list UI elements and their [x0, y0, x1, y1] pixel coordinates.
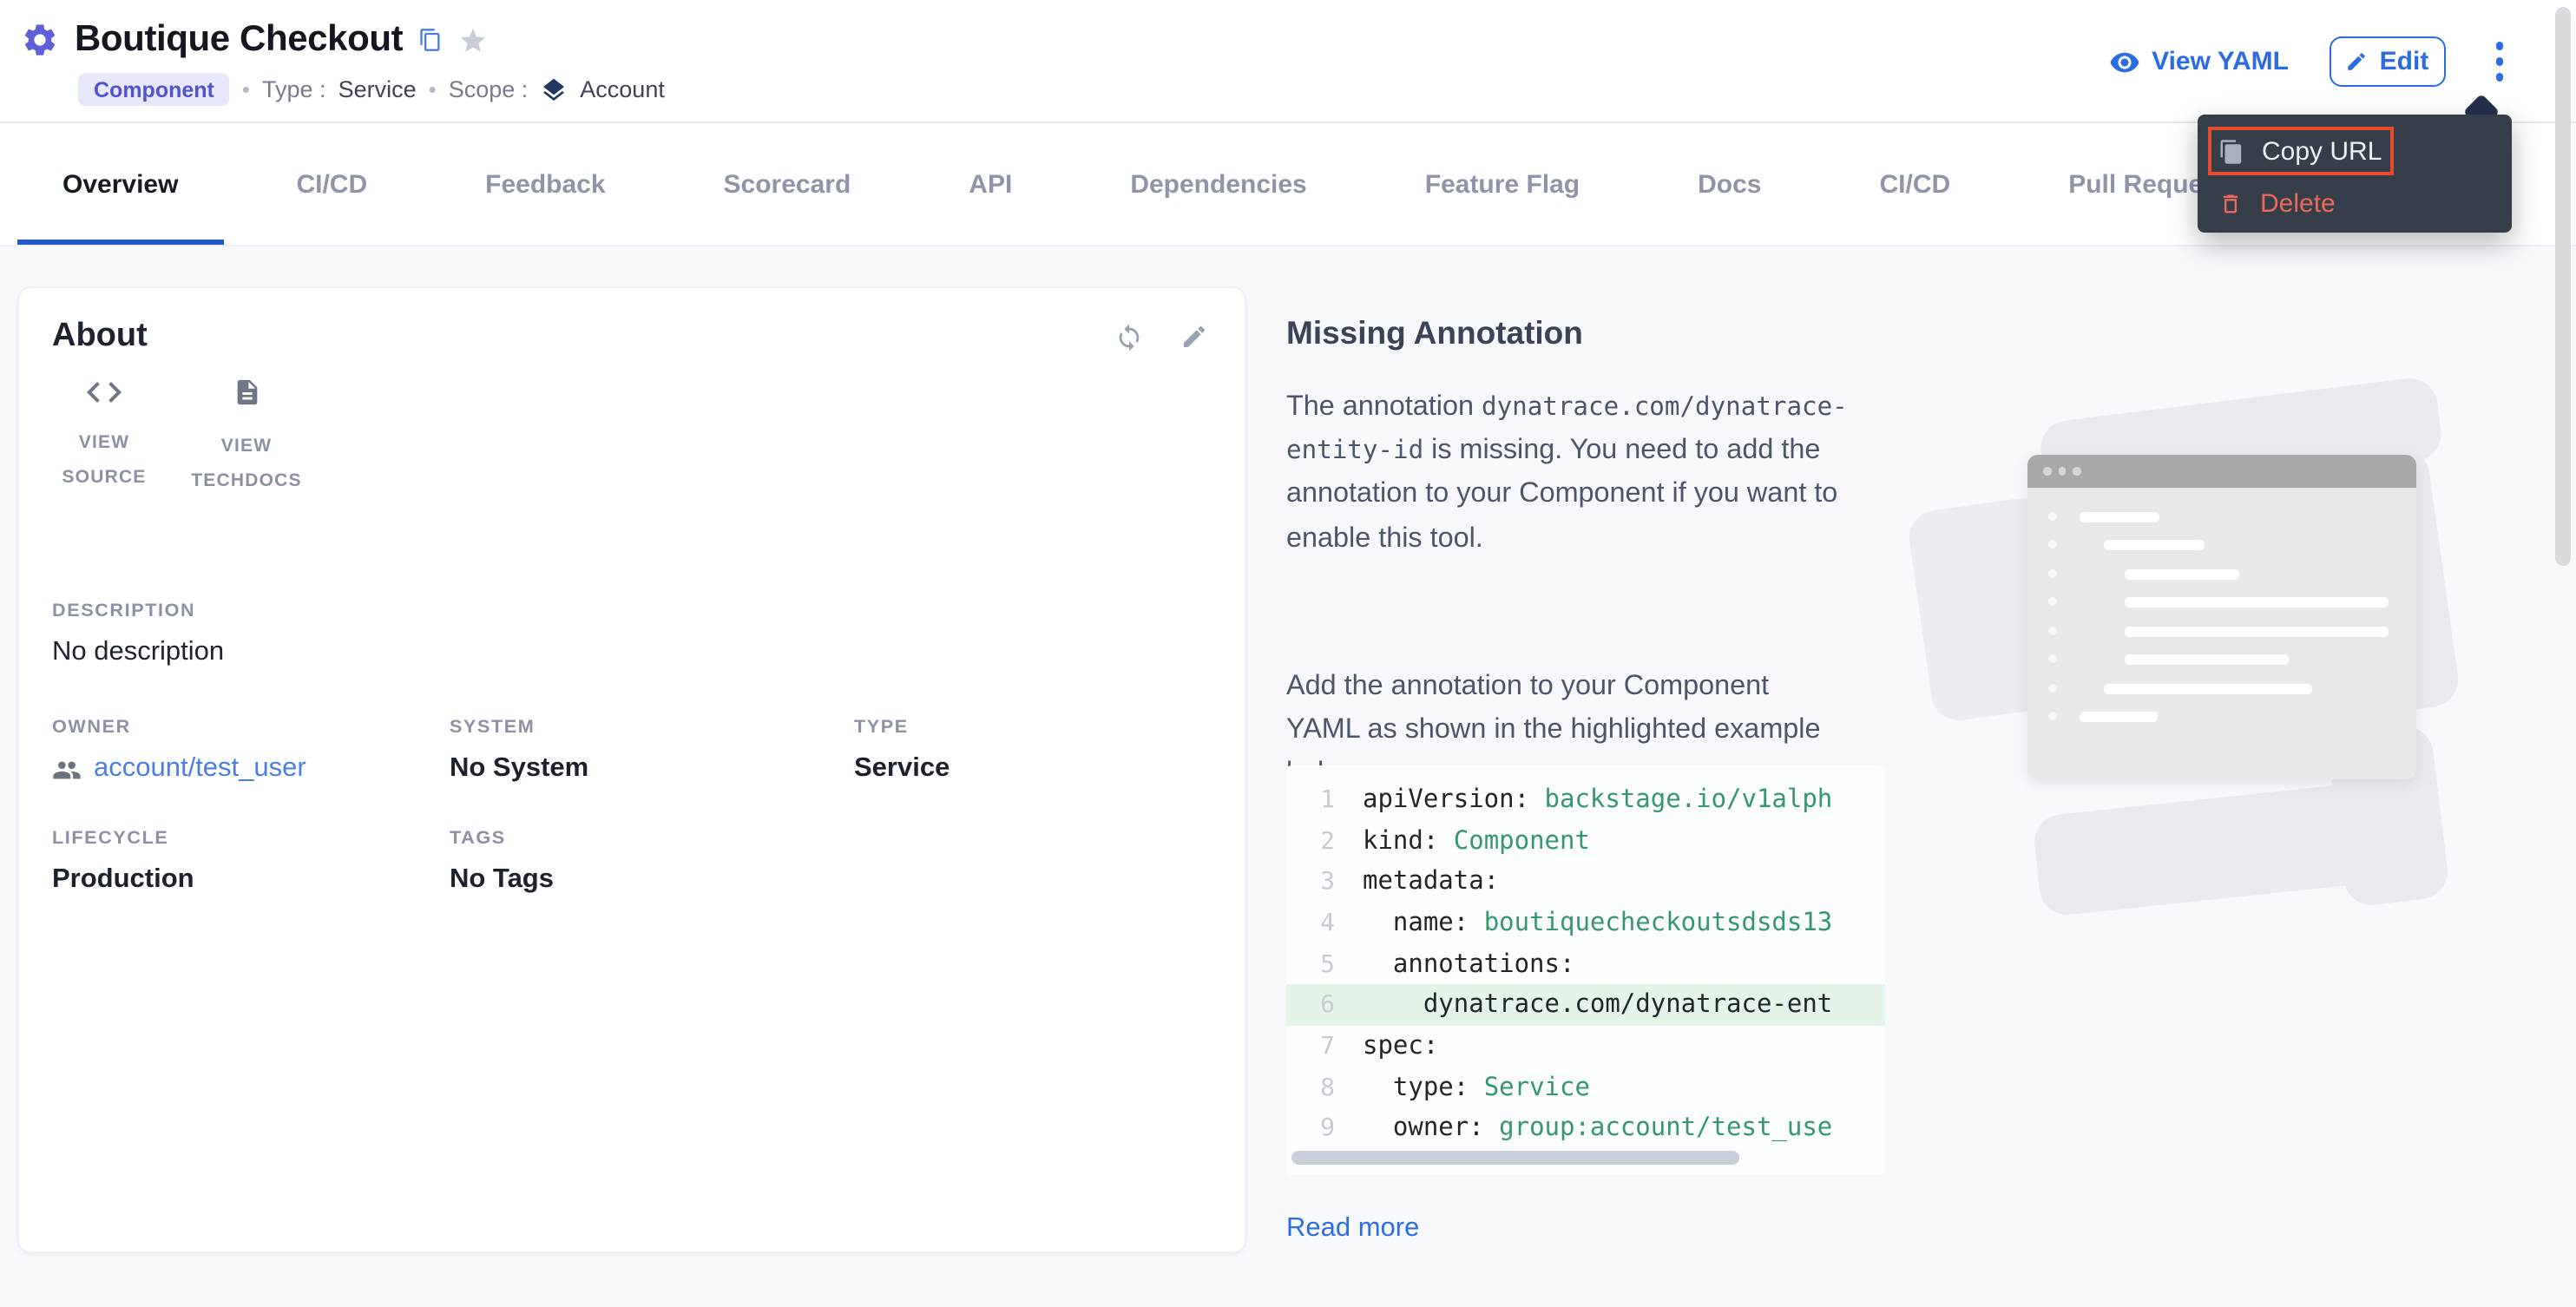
- delete-label: Delete: [2260, 188, 2336, 218]
- tags-label: TAGS: [450, 828, 506, 849]
- view-yaml-button[interactable]: View YAML: [2108, 47, 2289, 76]
- missing-annotation-title: Missing Annotation: [1286, 314, 1583, 352]
- about-card-title: About: [52, 318, 148, 356]
- tab-dependencies[interactable]: Dependencies: [1085, 123, 1351, 245]
- copy-icon: [2218, 138, 2244, 164]
- view-yaml-label: View YAML: [2152, 47, 2289, 76]
- kind-badge: Component: [78, 73, 230, 106]
- copy-title-icon[interactable]: [418, 28, 443, 52]
- code-line-5: 5 annotations:: [1286, 944, 1885, 985]
- context-menu: Copy URL Delete: [2198, 115, 2512, 233]
- editor-window: [2027, 455, 2416, 779]
- tab-overview[interactable]: Overview: [17, 123, 223, 245]
- page: Boutique Checkout Component • Type : Ser…: [0, 0, 2576, 1307]
- code-editor-illustration: [1941, 403, 2453, 915]
- eye-icon: [2108, 49, 2139, 74]
- editor-titlebar: [2027, 455, 2416, 488]
- edit-about-icon[interactable]: [1180, 323, 1208, 351]
- code-icon: [83, 375, 125, 406]
- yaml-code-block: 1apiVersion: backstage.io/v1alph 2kind: …: [1286, 765, 1885, 1175]
- edit-label: Edit: [2380, 47, 2429, 76]
- scope-value: Account: [580, 76, 665, 102]
- tab-feedback[interactable]: Feedback: [440, 123, 650, 245]
- view-source-link[interactable]: VIEW SOURCE: [43, 375, 165, 496]
- separator-dot: •: [429, 76, 437, 102]
- system-value: No System: [450, 753, 588, 785]
- owner-label: OWNER: [52, 717, 131, 738]
- tab-api[interactable]: API: [923, 123, 1057, 245]
- code-horizontal-scrollbar[interactable]: [1291, 1151, 1739, 1165]
- more-options-kebab-icon[interactable]: [2485, 36, 2514, 89]
- view-techdocs-label: VIEW TECHDOCS: [186, 430, 307, 500]
- edit-button[interactable]: Edit: [2329, 36, 2445, 87]
- lifecycle-label: LIFECYCLE: [52, 828, 168, 849]
- tab-cicd[interactable]: CI/CD: [251, 123, 412, 245]
- tab-scorecard[interactable]: Scorecard: [679, 123, 897, 245]
- type-field-value: Service: [854, 753, 950, 785]
- code-line-2: 2kind: Component: [1286, 820, 1885, 861]
- gear-icon: [21, 21, 59, 59]
- system-label: SYSTEM: [450, 717, 535, 738]
- view-techdocs-link[interactable]: VIEW TECHDOCS: [186, 375, 307, 500]
- type-field-label: TYPE: [854, 717, 909, 738]
- code-line-8: 8 type: Service: [1286, 1067, 1885, 1108]
- document-icon: [232, 375, 261, 410]
- menu-item-copy-url[interactable]: Copy URL: [2198, 127, 2512, 175]
- menu-item-delete[interactable]: Delete: [2198, 179, 2512, 227]
- description-label: DESCRIPTION: [52, 601, 195, 621]
- separator-dot: •: [242, 76, 250, 102]
- description-value: No description: [52, 637, 224, 668]
- tab-feature-flag[interactable]: Feature Flag: [1380, 123, 1625, 245]
- entity-meta: Component • Type : Service • Scope : Acc…: [78, 73, 665, 106]
- missing-annotation-paragraph: The annotation dynatrace.com/dynatrace-e…: [1286, 385, 1915, 561]
- tab-bar: Overview CI/CD Feedback Scorecard API De…: [0, 123, 2576, 246]
- type-label: Type :: [262, 76, 326, 102]
- code-line-9: 9 owner: group:account/test_use: [1286, 1108, 1885, 1149]
- code-line-6-highlighted: 6 dynatrace.com/dynatrace-ent: [1286, 985, 1885, 1026]
- about-card: About VIEW SOURCE VIEW TECHDOCS DESCRIPT…: [17, 286, 1246, 1253]
- pencil-icon: [2345, 50, 2368, 73]
- read-more-link[interactable]: Read more: [1286, 1213, 1419, 1245]
- tab-docs[interactable]: Docs: [1653, 123, 1806, 245]
- trash-icon: [2218, 190, 2243, 216]
- code-line-7: 7spec:: [1286, 1026, 1885, 1067]
- layers-icon: [540, 76, 568, 103]
- favorite-star-icon[interactable]: [458, 25, 488, 55]
- code-line-1: 1apiVersion: backstage.io/v1alph: [1286, 779, 1885, 820]
- owner-value: account/test_user: [94, 753, 306, 785]
- tags-value: No Tags: [450, 864, 554, 896]
- page-title: Boutique Checkout: [75, 19, 403, 61]
- page-scrollbar[interactable]: [2555, 7, 2571, 566]
- code-line-3: 3metadata:: [1286, 862, 1885, 903]
- code-line-4: 4 name: boutiquecheckoutsdsds13: [1286, 903, 1885, 943]
- scope-label: Scope :: [449, 76, 529, 102]
- type-value: Service: [338, 76, 417, 102]
- people-icon: [52, 759, 82, 779]
- lifecycle-value: Production: [52, 864, 194, 896]
- copy-url-label: Copy URL: [2262, 136, 2382, 166]
- entity-header: Boutique Checkout Component • Type : Ser…: [0, 0, 2576, 123]
- refresh-icon[interactable]: [1114, 323, 1144, 352]
- tab-cicd-2[interactable]: CI/CD: [1835, 123, 1996, 245]
- view-source-label: VIEW SOURCE: [43, 427, 165, 496]
- owner-link[interactable]: account/test_user: [52, 753, 306, 785]
